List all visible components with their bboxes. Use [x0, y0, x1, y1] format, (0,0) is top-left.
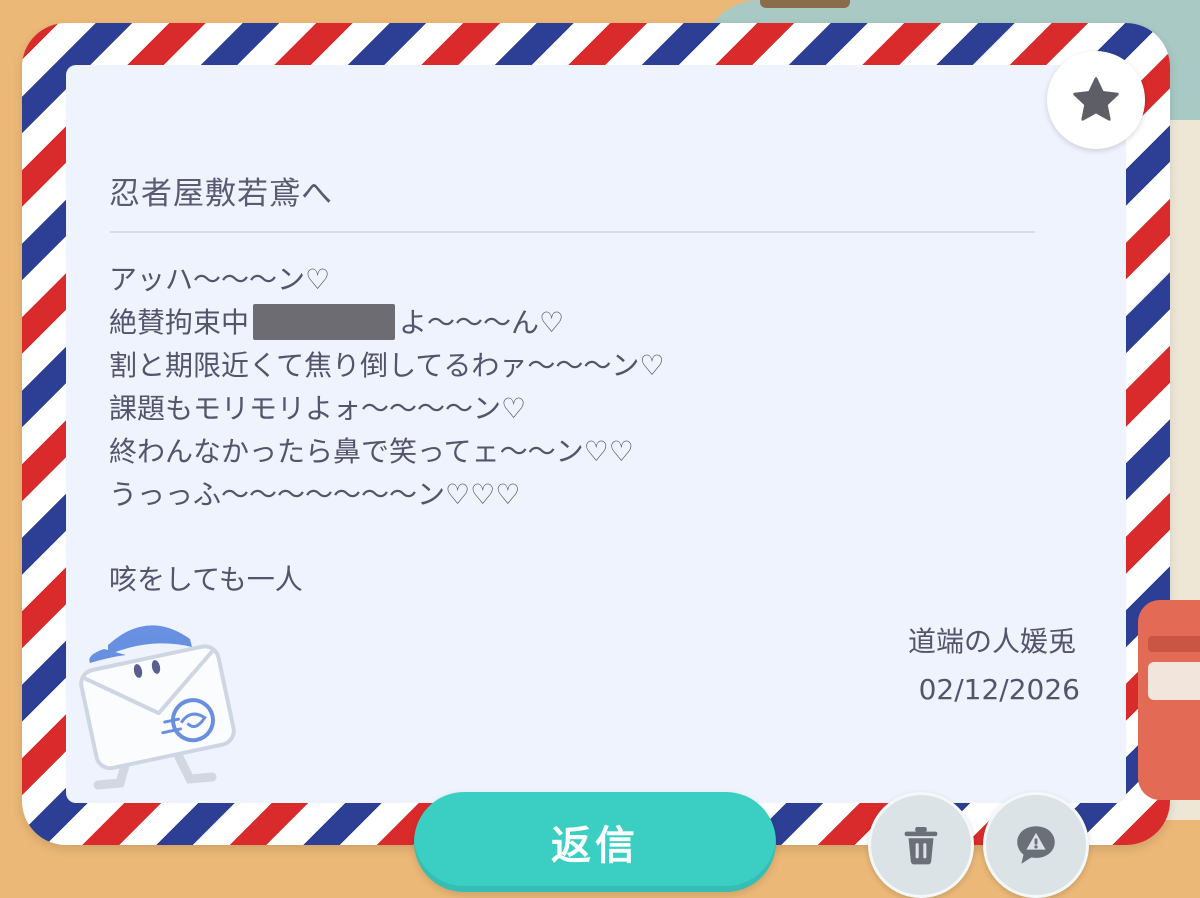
mailbox-icon — [1138, 600, 1200, 800]
letter-line-part: よ〜〜〜ん♡ — [399, 306, 565, 339]
letter-line: 割と期限近くて焦り倒してるわァ〜〜〜ン♡ — [109, 349, 665, 382]
star-icon — [1073, 77, 1119, 121]
letter-line: 課題もモリモリよォ〜〜〜〜ン♡ — [109, 392, 527, 425]
favorite-button[interactable] — [1047, 51, 1145, 149]
redaction-block — [253, 304, 396, 340]
report-icon — [1017, 826, 1055, 864]
trash-icon — [904, 826, 938, 865]
title-divider — [110, 231, 1035, 233]
letter-line: 絶賛拘束中 よ〜〜〜ん♡ — [109, 301, 664, 344]
letter-closing: 咳をしても一人 — [109, 563, 303, 596]
letter-line-part: 絶賛拘束中 — [109, 306, 250, 339]
report-button[interactable] — [983, 792, 1089, 898]
background-tab — [760, 0, 850, 8]
letter-line: アッハ〜〜〜ン♡ — [109, 263, 331, 296]
letter-line: 終わんなかったら鼻で笑ってェ〜〜ン♡♡ — [109, 435, 634, 468]
letter-title: 忍者屋敷若鳶へ — [109, 176, 333, 212]
reply-button[interactable]: 返信 — [414, 792, 776, 892]
letter-signature: 道端の人媛兎 — [907, 625, 1076, 658]
letter-date: 02/12/2026 — [918, 673, 1080, 706]
letter-body: アッハ〜〜〜ン♡ 絶賛拘束中 よ〜〜〜ん♡ 割と期限近くて焦り倒してるわァ〜〜〜ン… — [109, 258, 664, 516]
delete-button[interactable] — [868, 792, 974, 898]
mail-mascot-icon — [79, 625, 236, 790]
letter-line: うっっふ〜〜〜〜〜〜〜ン♡♡♡ — [109, 478, 521, 511]
